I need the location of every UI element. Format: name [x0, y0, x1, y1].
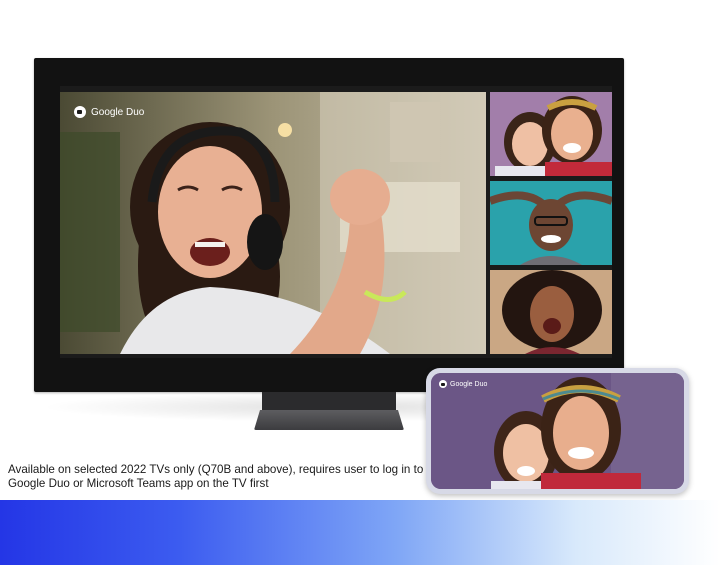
tv-screen: Google Duo [60, 86, 612, 384]
tv-stand-neck [262, 392, 396, 410]
phone-screen: Google Duo [431, 373, 684, 489]
main-video-feed: Google Duo [60, 92, 486, 354]
phone-duo-logo: Google Duo [439, 380, 487, 388]
phone-duo-app-name: Google Duo [450, 380, 488, 388]
gradient-band [0, 500, 720, 570]
participant-image [490, 181, 612, 265]
participant-tile[interactable] [490, 270, 612, 354]
participant-tiles [490, 92, 612, 354]
duo-icon [439, 380, 447, 388]
main-caller-image [60, 92, 486, 354]
participant-image [490, 270, 612, 354]
smartphone: Google Duo [426, 368, 689, 494]
participant-tile[interactable] [490, 92, 612, 176]
phone-caller-image [431, 373, 684, 489]
tv-stand-base [254, 410, 404, 430]
duo-logo: Google Duo [74, 106, 144, 118]
participant-image [490, 92, 612, 176]
duo-icon [74, 106, 86, 118]
participant-tile[interactable] [490, 181, 612, 265]
duo-app-name: Google Duo [91, 106, 145, 118]
tv: Google Duo [34, 58, 624, 392]
band-bottom-strip [0, 565, 720, 570]
disclaimer-caption: Available on selected 2022 TVs only (Q70… [8, 463, 424, 490]
